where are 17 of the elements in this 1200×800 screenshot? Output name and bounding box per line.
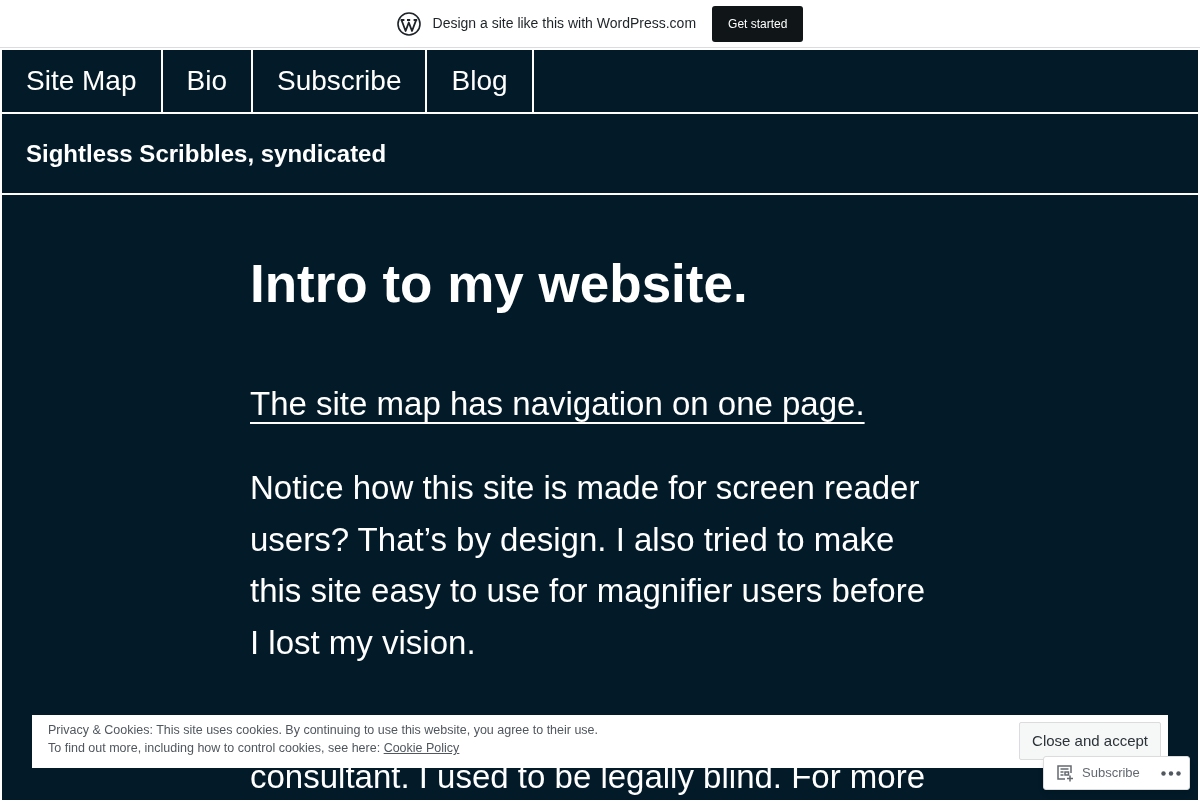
get-started-button[interactable]: Get started — [712, 5, 804, 42]
intro-paragraph: Notice how this site is made for screen reader users? That’s by design. I also tried to make this site easy to use for magnifier users before I lost my vision. — [250, 468, 926, 663]
cookie-notice-text: Privacy & Cookies: This site uses cookies. By continuing to use this website, you agree to their use. To find out more, including how to control cookies, see here: Cookie Policy — [47, 722, 599, 757]
circle-w-logo-icon[interactable] — [396, 11, 421, 36]
site-map-link[interactable]: The site map has navigation on one page. — [250, 385, 865, 422]
promo-text: Design a site like this with WordPress.com — [432, 14, 697, 33]
subscribe-button[interactable]: Subscribe — [1082, 763, 1140, 783]
nav-link[interactable]: Blog — [427, 50, 534, 112]
nav-link[interactable]: Site Map — [2, 50, 163, 112]
post-title: Intro to my website. — [250, 253, 749, 315]
document-plus-icon[interactable] — [1056, 764, 1074, 782]
site-title[interactable]: Sightless Scribbles, syndicated — [26, 135, 387, 172]
close-and-accept-button[interactable]: Close and accept — [1019, 722, 1161, 760]
nav-link[interactable]: Subscribe — [252, 50, 428, 112]
nav-link[interactable]: Bio — [162, 50, 253, 112]
cookie-policy-link[interactable]: Cookie Policy — [383, 741, 460, 755]
more-icon[interactable] — [1161, 770, 1181, 776]
